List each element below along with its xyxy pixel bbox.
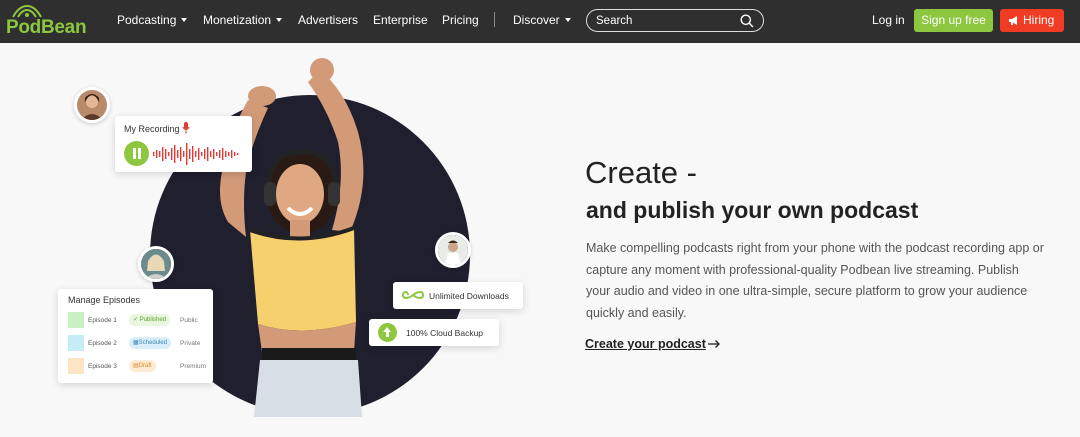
nav-item-label: Podcasting [117, 13, 177, 27]
status-label: Draft [138, 363, 152, 369]
status-badge: ▤Draft [129, 360, 156, 372]
search-icon[interactable] [740, 14, 754, 28]
episode-row[interactable]: Episode 1 ✓ Published Public [68, 312, 208, 330]
arrow-right-icon[interactable] [707, 339, 721, 349]
nav-item-monetization[interactable]: Monetization [203, 13, 283, 27]
unlimited-downloads-badge: Unlimited Downloads [393, 282, 523, 309]
backup-label: 100% Cloud Backup [406, 328, 484, 338]
login-link[interactable]: Log in [872, 13, 905, 27]
status-label: Scheduled [138, 340, 168, 346]
check-icon: ✓ [133, 317, 140, 323]
signup-button[interactable]: Sign up free [914, 9, 993, 32]
nav-item-discover[interactable]: Discover [513, 13, 571, 27]
top-nav: PodBean Podcasting Monetization Advertis… [0, 0, 1080, 43]
upload-icon [378, 323, 397, 342]
hero-subheading: and publish your own podcast [586, 197, 919, 223]
hiring-label: Hiring [1023, 13, 1055, 27]
hiring-button[interactable]: Hiring [1000, 9, 1064, 32]
nav-item-advertisers[interactable]: Advertisers [298, 13, 358, 27]
chevron-down-icon [564, 17, 571, 22]
search-input[interactable] [596, 13, 736, 28]
nav-item-label: Enterprise [373, 13, 428, 27]
nav-item-enterprise[interactable]: Enterprise [373, 13, 428, 27]
pause-button[interactable] [124, 141, 149, 166]
nav-item-label: Pricing [442, 13, 479, 27]
nav-item-podcasting[interactable]: Podcasting [117, 13, 188, 27]
nav-item-label: Discover [513, 13, 560, 27]
nav-item-label: Monetization [203, 13, 272, 27]
hero-description: Make compelling podcasts right from your… [586, 241, 1044, 321]
episode-name: Episode 1 [88, 317, 117, 324]
user-avatar [435, 232, 471, 268]
nav-divider [494, 12, 495, 27]
logo-wave-icon [12, 4, 42, 18]
user-avatar [138, 246, 174, 282]
audio-waveform [153, 143, 239, 165]
nav-item-label: Advertisers [298, 13, 359, 27]
search-box [586, 9, 764, 32]
episode-name: Episode 3 [88, 363, 117, 370]
create-podcast-link[interactable]: Create your podcast [585, 337, 706, 351]
megaphone-icon [1009, 16, 1017, 25]
hero-heading: Create - [585, 155, 697, 190]
status-badge: ▦Scheduled [129, 337, 172, 349]
status-label: Published [139, 317, 167, 323]
manage-episodes-card: Manage Episodes Episode 1 ✓ Published Pu… [58, 289, 213, 383]
cloud-backup-badge: 100% Cloud Backup [369, 319, 499, 346]
microphone-icon [182, 122, 190, 134]
episode-thumbnail [68, 358, 84, 374]
episode-thumbnail [68, 312, 84, 328]
user-avatar [74, 87, 110, 123]
episode-visibility: Private [180, 340, 201, 347]
downloads-label: Unlimited Downloads [429, 291, 509, 301]
recording-title: My Recording [124, 124, 180, 134]
nav-item-pricing[interactable]: Pricing [442, 13, 479, 27]
episode-name: Episode 2 [88, 340, 117, 347]
episode-thumbnail [68, 335, 84, 351]
chevron-down-icon [181, 17, 188, 22]
episodes-card-title: Manage Episodes [68, 295, 141, 305]
logo-text: PodBean [6, 17, 87, 38]
episode-row[interactable]: Episode 2 ▦Scheduled Private [68, 335, 208, 353]
episode-visibility: Premium [180, 363, 207, 370]
episode-visibility: Public [180, 317, 198, 324]
chevron-down-icon [276, 17, 283, 22]
podbean-logo[interactable]: PodBean [6, 4, 88, 38]
recording-card: My Recording [115, 116, 252, 172]
status-badge: ✓ Published [129, 314, 171, 326]
infinity-icon [402, 291, 424, 299]
episode-row[interactable]: Episode 3 ▤Draft Premium [68, 358, 208, 376]
